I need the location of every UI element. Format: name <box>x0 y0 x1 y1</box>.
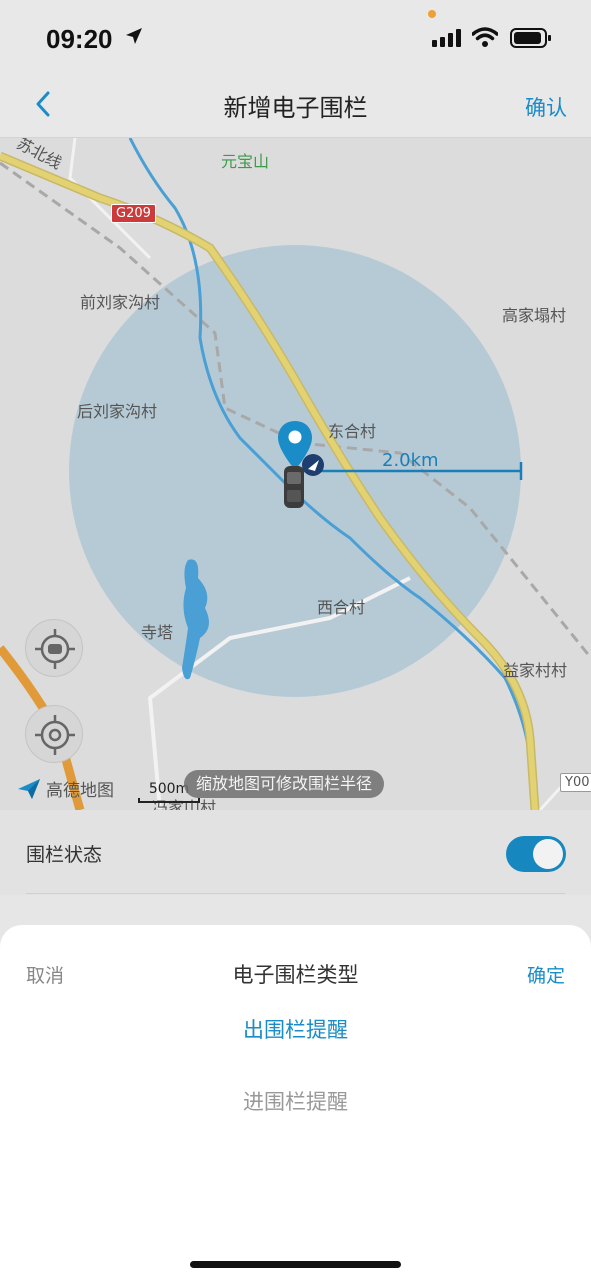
toggle-knob <box>533 839 563 869</box>
fence-status-label: 围栏状态 <box>26 844 103 866</box>
status-time: 09:20 <box>46 24 113 54</box>
road-tag-right: Y00 <box>560 773 591 792</box>
wifi-icon <box>472 27 498 47</box>
page-title: 新增电子围栏 <box>223 94 368 122</box>
fence-status-row: 围栏状态 <box>0 810 591 895</box>
map-label-village: 西合村 <box>317 598 366 617</box>
ok-button[interactable]: 确定 <box>527 961 565 988</box>
map-provider-logo: 高德地图 <box>16 776 114 801</box>
battery-icon <box>510 28 551 48</box>
map-view[interactable]: 苏北线 元宝山 G209 前刘家沟村 高家塌村 后刘家沟村 东合村 2.0km … <box>0 138 591 810</box>
privacy-indicator-dot <box>428 10 436 18</box>
fence-status-toggle[interactable] <box>506 836 566 872</box>
location-arrow-icon <box>126 28 142 44</box>
car-locate-button[interactable] <box>25 619 83 677</box>
nav-bar: 新增电子围栏 确认 <box>0 70 591 138</box>
status-bar: 09:20 <box>0 0 591 70</box>
confirm-button[interactable]: 确认 <box>525 92 567 122</box>
home-indicator <box>190 1261 401 1268</box>
map-label-village: 前刘家沟村 <box>80 293 161 312</box>
map-label-village: 东合村 <box>328 422 377 441</box>
option-enter-fence-alert[interactable]: 进围栏提醒 <box>0 1086 591 1116</box>
map-label-mountain: 元宝山 <box>221 152 270 171</box>
crosshair-icon <box>35 715 75 755</box>
my-location-button[interactable] <box>25 705 83 763</box>
fence-radius-label: 2.0km <box>382 450 439 471</box>
tracked-device-icon[interactable] <box>282 464 306 510</box>
fence-type-sheet: 取消 电子围栏类型 确定 出围栏提醒 进围栏提醒 <box>0 925 591 1280</box>
road-tag-g209: G209 <box>111 204 156 223</box>
divider <box>26 893 565 894</box>
cellular-signal-icon <box>432 29 461 47</box>
car-target-icon <box>35 629 75 669</box>
map-label-village: 益家村村 <box>503 661 568 680</box>
sheet-title: 电子围栏类型 <box>232 963 359 987</box>
map-provider-name: 高德地图 <box>46 781 114 801</box>
zoom-hint-toast: 缩放地图可修改围栏半径 <box>184 770 385 798</box>
amap-logo-icon <box>18 778 40 799</box>
map-label-village: 高家塌村 <box>502 306 567 325</box>
map-label-village: 寺塔 <box>141 623 174 642</box>
option-exit-fence-alert[interactable]: 出围栏提醒 <box>0 1014 591 1044</box>
map-scale-bar <box>138 798 200 803</box>
map-label-village: 后刘家沟村 <box>77 402 158 421</box>
